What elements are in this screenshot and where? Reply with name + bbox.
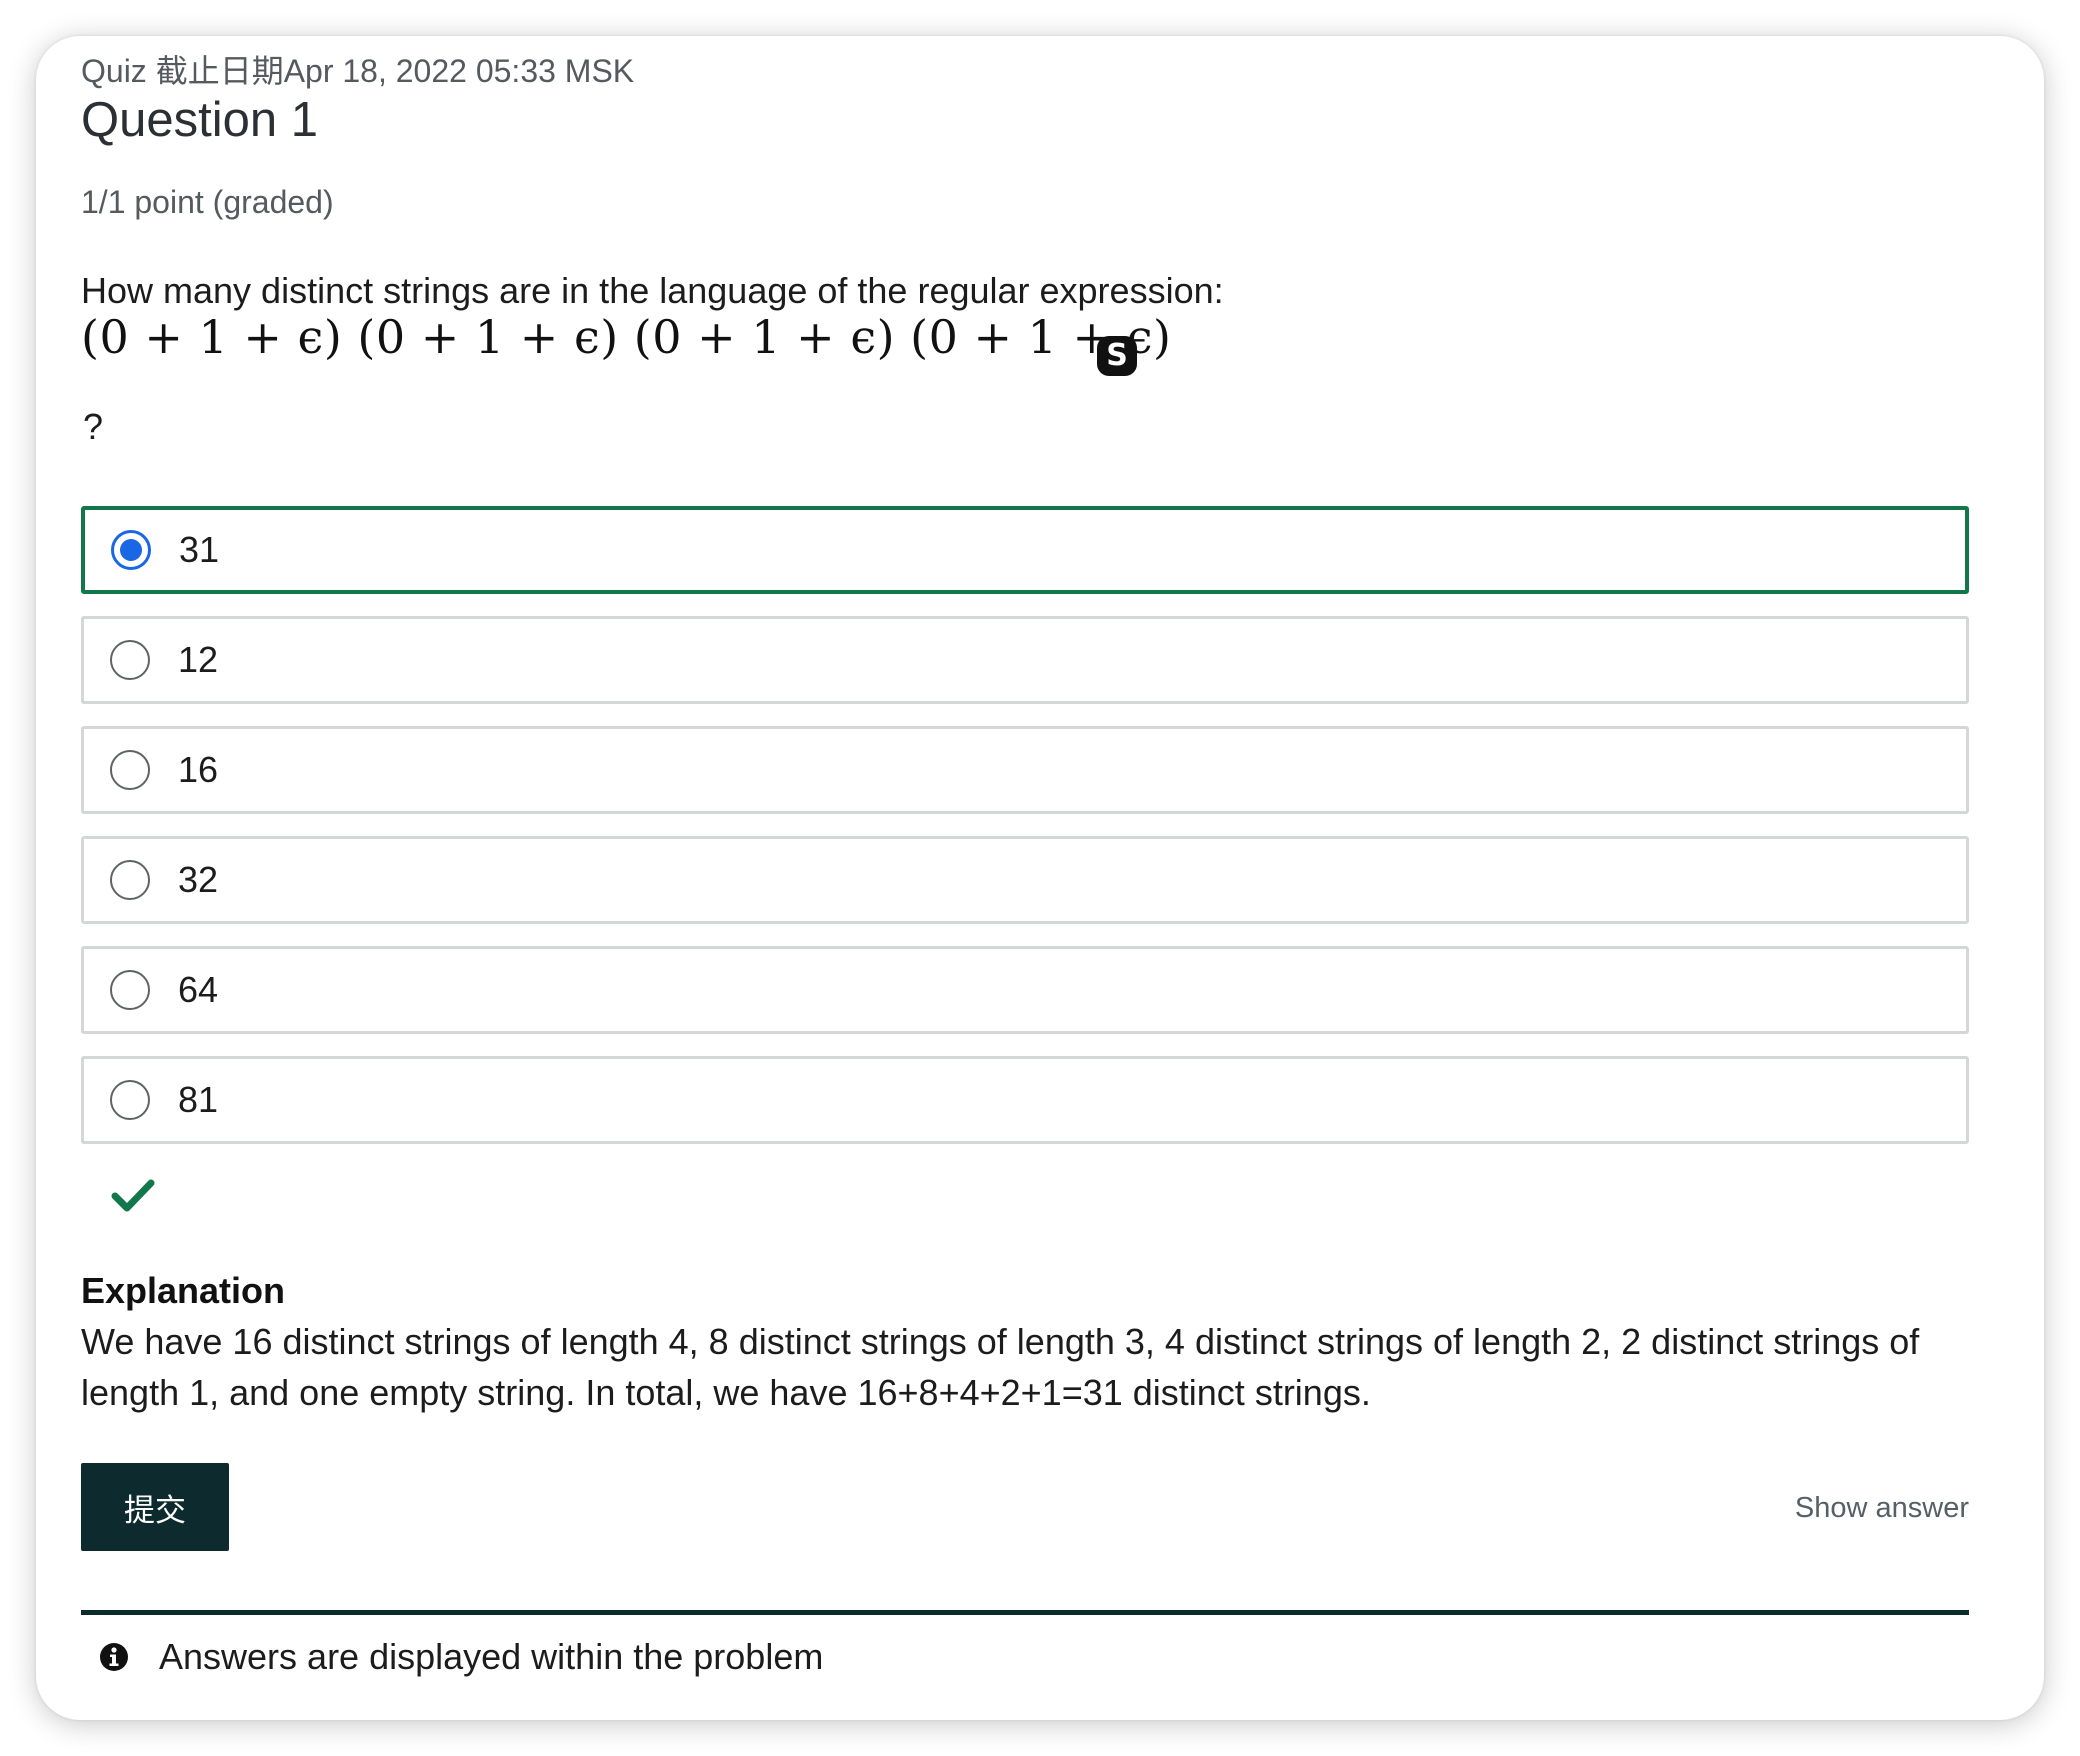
- points-status: 1/1 point (graded): [81, 184, 334, 220]
- explanation-text: We have 16 distinct strings of length 4,…: [81, 1321, 1920, 1413]
- option-32[interactable]: 32: [81, 836, 1969, 924]
- explanation-title: Explanation: [81, 1270, 286, 1311]
- question-title: Question 1: [81, 93, 318, 147]
- submit-button[interactable]: 提交: [81, 1463, 229, 1551]
- radio-button[interactable]: [110, 1080, 150, 1120]
- radio-button[interactable]: [111, 530, 151, 570]
- option-81[interactable]: 81: [81, 1056, 1969, 1144]
- option-label: 64: [178, 969, 219, 1010]
- option-16[interactable]: 16: [81, 726, 1969, 814]
- answer-options: 31 12 16 32 64 81: [81, 506, 1969, 1166]
- answers-notice: Answers are displayed within the problem: [99, 1636, 823, 1678]
- radio-button[interactable]: [110, 750, 150, 790]
- problem-card: Quiz 截止日期Apr 18, 2022 05:33 MSK Question…: [36, 36, 2044, 1720]
- problem-content: Quiz 截止日期Apr 18, 2022 05:33 MSK Question…: [81, 36, 1969, 1720]
- radio-button[interactable]: [110, 970, 150, 1010]
- info-icon: [100, 1643, 128, 1671]
- option-64[interactable]: 64: [81, 946, 1969, 1034]
- question-mark: ?: [83, 406, 104, 447]
- radio-button[interactable]: [110, 860, 150, 900]
- option-label: 32: [178, 859, 219, 900]
- notice-text: Answers are displayed within the problem: [159, 1636, 824, 1677]
- option-label: 12: [178, 639, 219, 680]
- quiz-deadline: Quiz 截止日期Apr 18, 2022 05:33 MSK: [81, 53, 635, 89]
- formula-text: (0 + 1 + ϵ) (0 + 1 + ϵ) (0 + 1 + ϵ) (0 +…: [81, 310, 1172, 364]
- show-answer-link[interactable]: Show answer: [1795, 1492, 1969, 1525]
- option-31[interactable]: 31: [81, 506, 1969, 594]
- check-icon: [111, 1179, 155, 1212]
- option-label: 81: [178, 1079, 219, 1120]
- extension-s-icon[interactable]: S: [1097, 336, 1137, 376]
- notice-divider: [81, 1610, 1969, 1615]
- option-label: 31: [179, 529, 220, 570]
- option-label: 16: [178, 749, 219, 790]
- radio-button[interactable]: [110, 640, 150, 680]
- option-12[interactable]: 12: [81, 616, 1969, 704]
- regex-formula: (0 + 1 + ϵ) (0 + 1 + ϵ) (0 + 1 + ϵ) (0 +…: [81, 310, 1171, 364]
- question-prompt: How many distinct strings are in the lan…: [81, 270, 1224, 311]
